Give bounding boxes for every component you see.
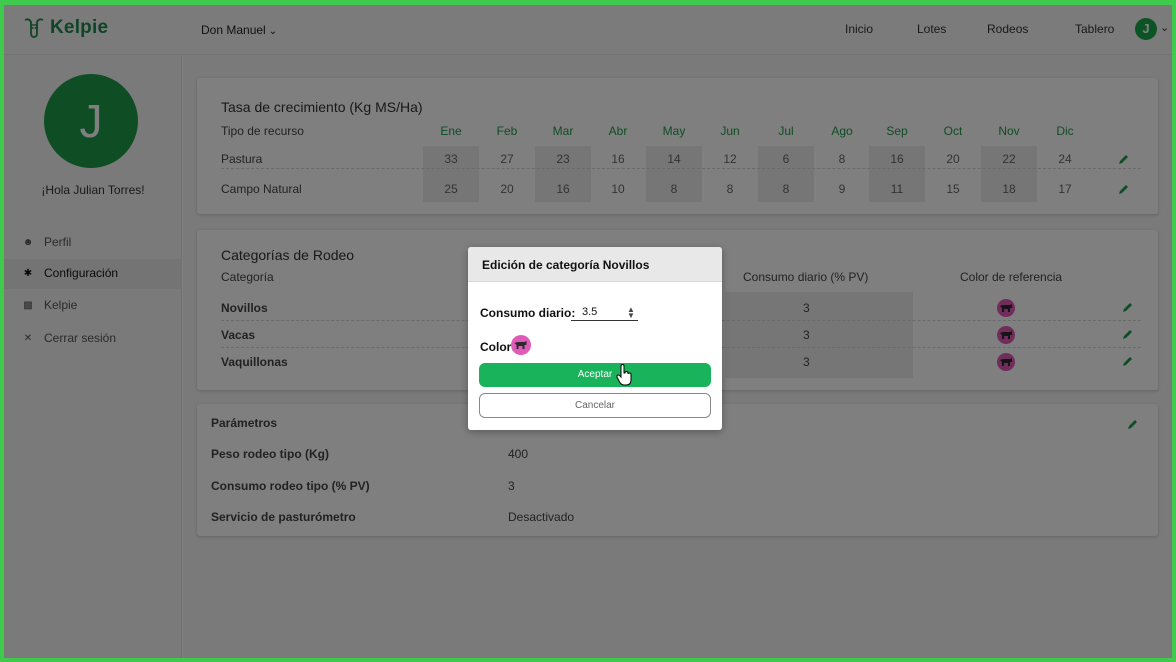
- cancel-button[interactable]: Cancelar: [479, 393, 711, 418]
- consumption-label: Consumo diario:: [480, 306, 576, 320]
- hand-cursor-icon: [616, 364, 632, 386]
- accept-button[interactable]: Aceptar: [479, 363, 711, 387]
- spinner-arrows-icon[interactable]: ▲ ▼: [627, 306, 635, 320]
- color-label: Color:: [480, 340, 516, 354]
- cow-color-picker-icon[interactable]: [511, 335, 531, 355]
- modal-title: Edición de categoría Novillos: [468, 247, 722, 282]
- edit-category-modal: Edición de categoría Novillos Consumo di…: [468, 247, 722, 430]
